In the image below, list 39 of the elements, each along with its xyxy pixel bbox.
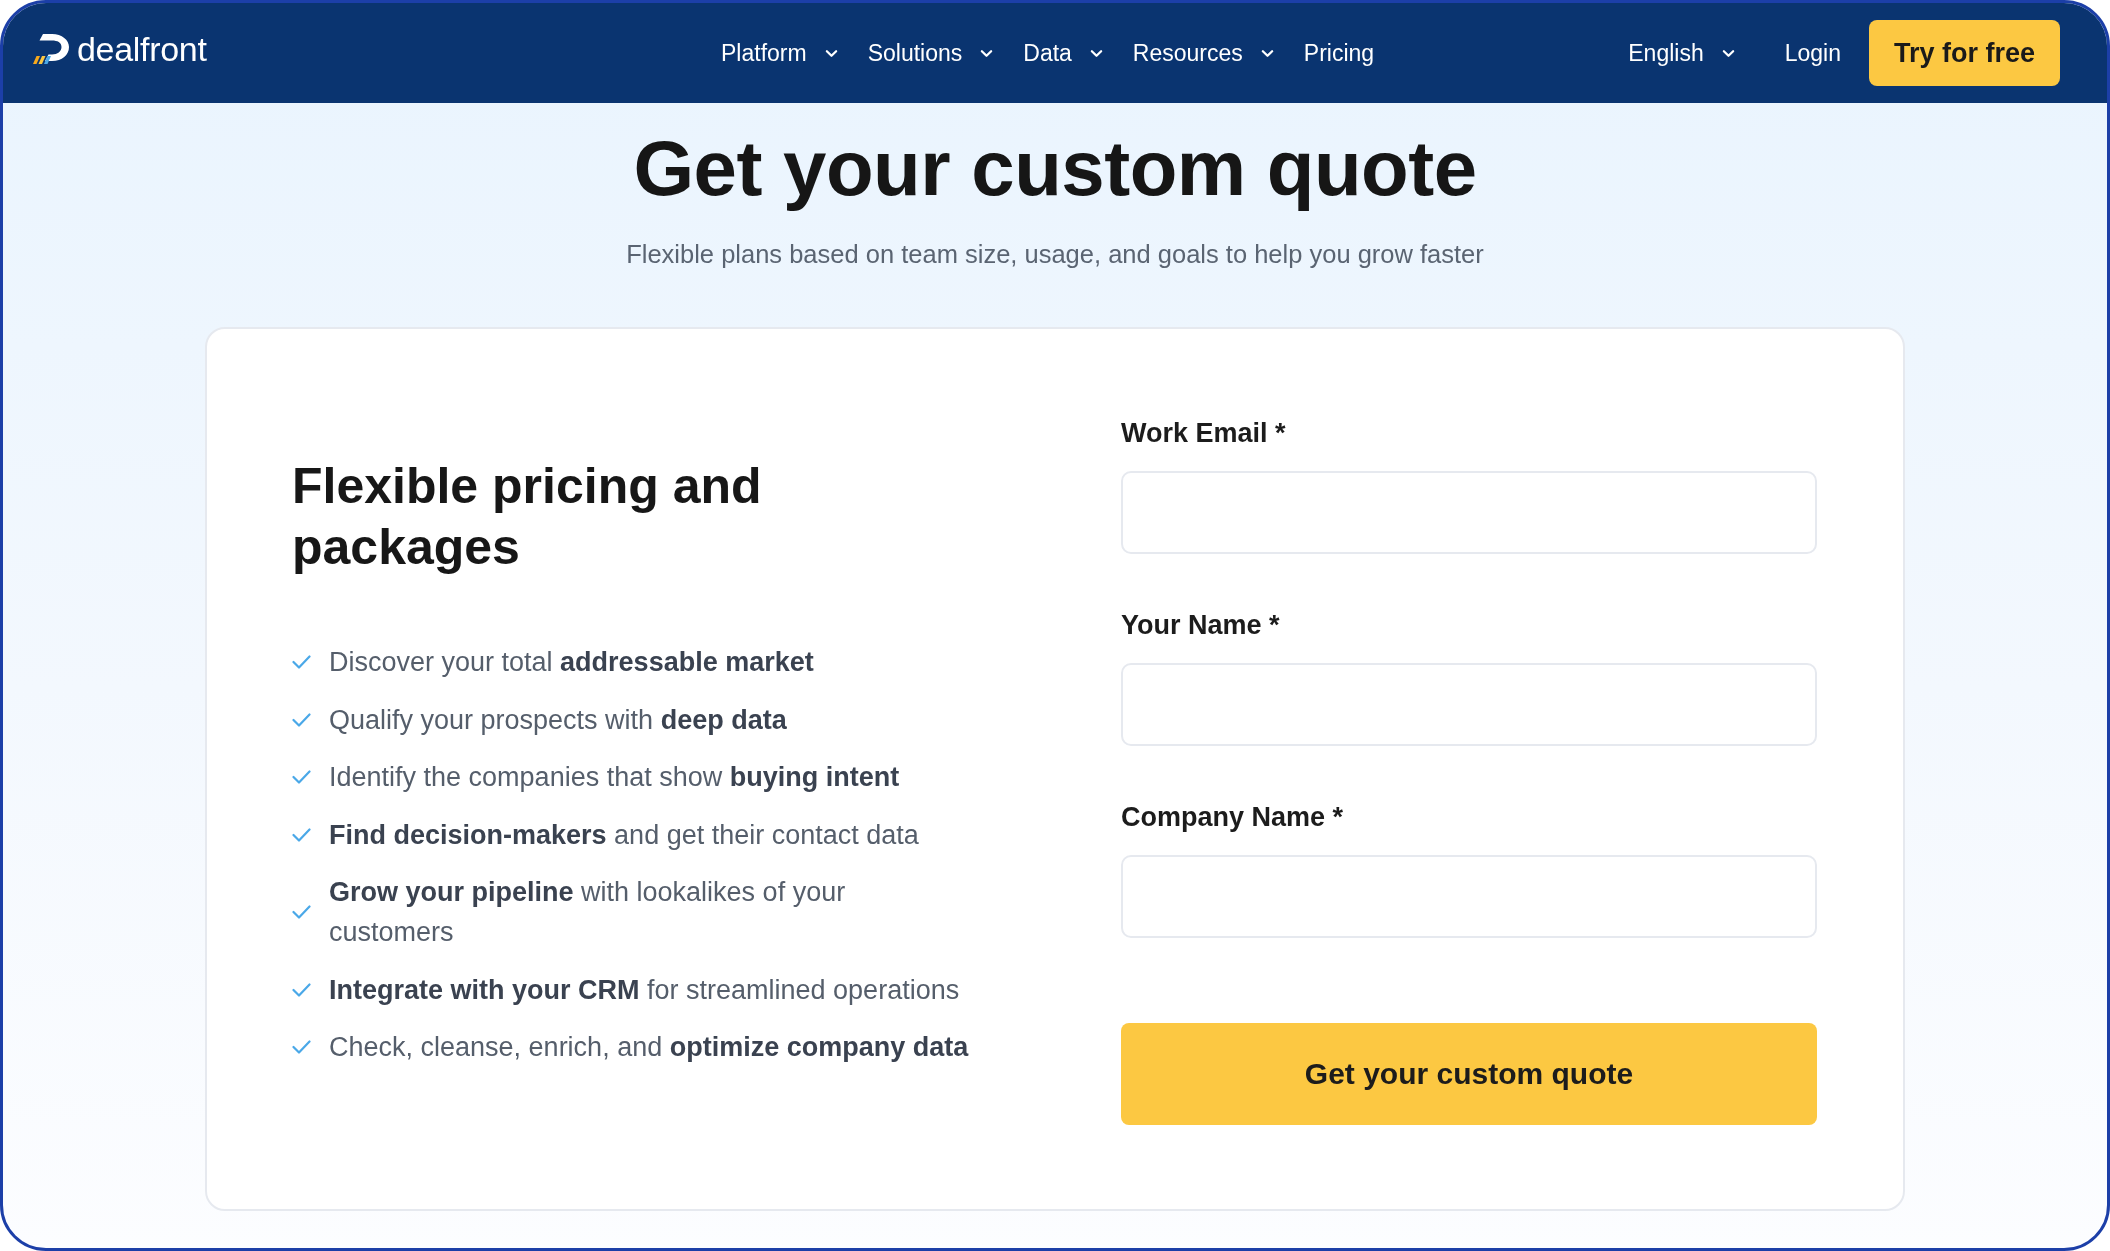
field-label: Your Name *: [1121, 609, 1281, 642]
language-selector[interactable]: English: [1628, 38, 1735, 68]
nav-menu-button[interactable]: Data: [1023, 38, 1103, 68]
field-label: Work Email *: [1121, 417, 1287, 450]
check-icon: [292, 982, 311, 997]
nav-menu-button[interactable]: Solutions: [867, 38, 994, 68]
input-field[interactable]: [1121, 663, 1817, 746]
chevron-down-icon: [824, 48, 838, 58]
chevron-down-icon: [1721, 48, 1735, 58]
brand-name: dealfront: [77, 32, 207, 66]
submit-button[interactable]: Get your custom quote: [1121, 1023, 1817, 1125]
page-title: Get your custom quote: [633, 125, 1477, 211]
input-field[interactable]: [1121, 855, 1817, 938]
feature-text: Qualify your prospects with deep data: [329, 703, 787, 737]
try-free-button[interactable]: Try for free: [1869, 20, 2060, 86]
feature-text: Identify the companies that show buying intent: [329, 761, 900, 794]
check-icon: [292, 770, 311, 784]
feature-text: Check, cleanse, enrich, and optimize company data: [329, 1031, 969, 1064]
feature-text: Find decision-makers and get their contact data: [329, 818, 919, 852]
check-icon: [292, 712, 311, 727]
feature-text: Grow your pipeline with lookalikes of your customers: [329, 876, 847, 949]
feature-text: Integrate with your CRM for streamlined operations: [329, 973, 960, 1007]
feature-text: Discover your total addressable market: [329, 646, 814, 679]
field-label: Company Name *: [1121, 801, 1345, 834]
chevron-down-icon: [1260, 48, 1274, 58]
nav-link[interactable]: Pricing: [1303, 38, 1375, 68]
logo-icon: [30, 33, 70, 65]
check-icon: [292, 827, 311, 842]
page-subtitle: Flexible plans based on team size, usage, and goals to help you grow faster: [626, 239, 1484, 270]
check-icon: [292, 1040, 311, 1054]
check-icon: [292, 655, 311, 669]
login-link[interactable]: Login: [1784, 38, 1841, 68]
input-field[interactable]: [1121, 471, 1817, 554]
nav-menu-button[interactable]: Platform: [721, 38, 838, 68]
section-heading: Flexible pricing and packages: [292, 457, 763, 577]
chevron-down-icon: [1089, 48, 1103, 58]
nav-menu-button[interactable]: Resources: [1132, 38, 1274, 68]
check-icon: [292, 905, 311, 919]
chevron-down-icon: [980, 48, 994, 58]
